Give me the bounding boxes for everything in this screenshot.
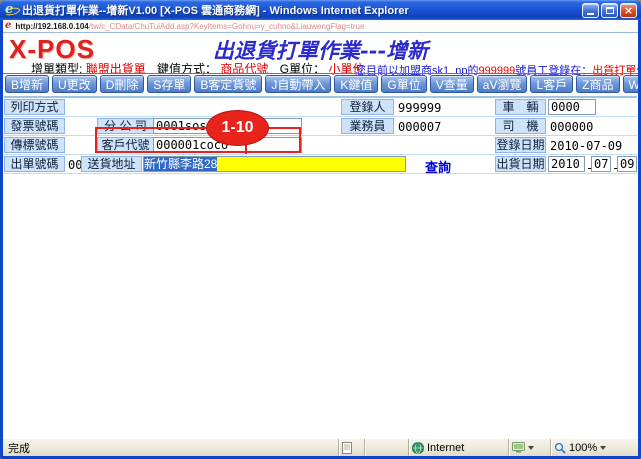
query-link[interactable]: 查詢 (425, 157, 451, 176)
chevron-down-icon (600, 446, 606, 450)
close-icon: × (624, 5, 633, 16)
status-text: 完成 (8, 440, 30, 456)
url-ie-icon: e (5, 21, 11, 31)
print-method-label: 列印方式 (4, 99, 65, 115)
window-controls: × (582, 3, 638, 18)
minimize-icon (587, 13, 594, 15)
toolbar-button-check-qty[interactable]: V查量 (430, 75, 474, 93)
salesman-label: 業務員 (341, 118, 394, 134)
callout-label: 1-10 (221, 119, 253, 137)
salesman-value: 000007 (398, 120, 441, 134)
ship-date-label: 出貨日期 (495, 156, 546, 172)
internet-globe-icon (412, 442, 424, 454)
minimize-button[interactable] (582, 3, 599, 18)
fax-no-label: 傳標號碼 (4, 137, 65, 153)
ie-logo-icon: e (5, 3, 19, 17)
status-spacer-panel (364, 439, 408, 456)
toolbar-button-unit[interactable]: G單位 (381, 75, 426, 93)
registrant-value: 999999 (398, 101, 441, 115)
invoice-no-label: 發票號碼 (4, 118, 65, 134)
toolbar-button-browse[interactable]: aV瀏覽 (477, 75, 528, 93)
toolbar-button-edit[interactable]: U更改 (52, 75, 97, 93)
callout-pointer-line (245, 144, 247, 154)
vehicle-label: 車 輛 (495, 99, 546, 115)
status-page-panel (338, 439, 364, 456)
toolbar-button-key-value[interactable]: K鍵值 (334, 75, 378, 93)
magnifier-icon (554, 442, 566, 454)
customer-code-label: 客戶代號 (97, 137, 154, 153)
delivery-address-label: 送貨地址 (81, 156, 142, 172)
url-scheme: http:// (15, 22, 37, 31)
selected-address-text: 新竹縣李路28 (144, 157, 217, 171)
ship-date-year-input[interactable] (548, 156, 585, 172)
toolbar-button-custom-item-no[interactable]: B客定貨號 (194, 75, 262, 93)
toolbar-button-delete[interactable]: D刪除 (100, 75, 145, 93)
toolbar-divider (3, 73, 638, 74)
ship-date-month-input[interactable] (591, 156, 611, 172)
form-row-4: 出單號碼 000208 送貨地址 新竹縣李路28 查詢 出貨日期 - - (4, 155, 637, 174)
toolbar-button-sales[interactable]: W業務 (623, 75, 639, 93)
driver-label: 司 機 (495, 118, 546, 134)
reg-date-label: 登錄日期 (495, 137, 546, 153)
toolbar-button-auto-fill[interactable]: J自動帶入 (265, 75, 331, 93)
form-row-1: 列印方式 登錄人 999999 車 輛 (4, 98, 637, 117)
zoom-panel[interactable]: 100% (550, 439, 638, 456)
registrant-label: 登錄人 (341, 99, 394, 115)
device-icon (512, 442, 525, 453)
maximize-button[interactable] (601, 3, 618, 18)
callout-badge: 1-10 (206, 110, 269, 146)
toolbar-button-add[interactable]: B增新 (5, 75, 49, 93)
branch-label: 分 公 司 (97, 118, 154, 134)
form-row-2: 發票號碼 分 公 司 業務員 000007 司 機 000000 (4, 117, 637, 136)
browser-window: e 出退貨打單作業--增新V1.00 [X-POS 雲通商務網] - Windo… (0, 0, 641, 459)
toolbar-button-save[interactable]: S存單 (147, 75, 191, 93)
window-title: 出退貨打單作業--增新V1.00 [X-POS 雲通商務網] - Windows… (22, 2, 582, 18)
status-bar: 完成 Internet (3, 438, 638, 456)
order-no-label: 出單號碼 (4, 156, 65, 172)
url-path: /tw/c_CData/ChuTuiAdd.asp?KeyItems=Gohnu… (89, 22, 365, 31)
title-bar: e 出退貨打單作業--增新V1.00 [X-POS 雲通商務網] - Windo… (0, 0, 641, 20)
url-host: 192.168.0.104 (38, 22, 89, 31)
delivery-address-input[interactable]: 新竹縣李路28 (143, 156, 406, 172)
close-button[interactable]: × (620, 3, 637, 18)
order-form: 列印方式 登錄人 999999 車 輛 發票號碼 分 公 司 業務員 00000… (4, 96, 637, 174)
protected-mode-panel[interactable] (508, 439, 550, 456)
chevron-down-icon (528, 446, 534, 450)
vehicle-input[interactable] (548, 99, 596, 115)
page-content: X-POS 出退貨打單作業---增新 增單類型: 聯盟出貨單 鍵值方式： 商品代… (3, 33, 638, 438)
reg-date-value: 2010-07-09 (550, 139, 622, 153)
maximize-icon (606, 7, 614, 14)
meta-row: 增單類型: 聯盟出貨單 鍵值方式： 商品代號 G單位： 小單位 您目前以加盟商s… (3, 60, 638, 74)
internet-zone-label: Internet (427, 442, 464, 454)
status-text-panel: 完成 (3, 439, 338, 456)
toolbar-button-product[interactable]: Z商品 (576, 75, 619, 93)
form-row-3: 傳標號碼 客戶代號 登錄日期 2010-07-09 (4, 136, 637, 155)
zoom-level: 100% (569, 442, 597, 454)
driver-value: 000000 (550, 120, 593, 134)
toolbar-button-customer[interactable]: L客戶 (530, 75, 573, 93)
address-bar: e http:// 192.168.0.104 /tw/c_CData/ChuT… (3, 20, 638, 33)
ship-date-day-input[interactable] (617, 156, 637, 172)
page-icon (342, 442, 352, 454)
toolbar: B增新 U更改 D刪除 S存單 B客定貨號 J自動帶入 K鍵值 G單位 V查量 … (5, 75, 636, 94)
internet-zone-panel: Internet (408, 439, 508, 456)
